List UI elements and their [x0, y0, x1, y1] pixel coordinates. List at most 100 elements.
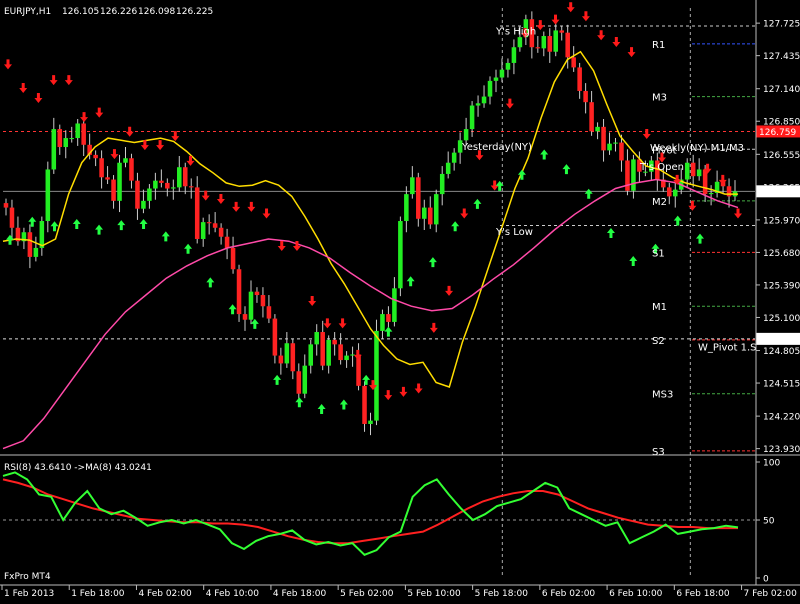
- chart-annotation: Yesterday(NY): [461, 142, 532, 153]
- price-tick-label: 125.680: [763, 249, 800, 259]
- candle-body: [344, 355, 349, 361]
- candle-body: [320, 332, 325, 366]
- rsi-tick-label: 0: [763, 575, 769, 585]
- chart-canvas[interactable]: R1M3PivotM2S1M1S2MS3S3 Y's HighY's LowYe…: [0, 0, 800, 600]
- price-tick-label: 124.805: [763, 347, 800, 357]
- candle-body: [410, 177, 415, 195]
- chart-window[interactable]: R1 M3 Pivot M2 S1 M1 S2 MS3 S3 Y's High Y's Low Ye…: [0, 0, 800, 600]
- time-tick-label: 4 Feb 18:00: [273, 589, 327, 599]
- candle-body: [595, 126, 600, 132]
- time-tick-label: 6 Feb 18:00: [676, 589, 730, 599]
- candle-body: [123, 158, 128, 163]
- candle-body: [416, 177, 421, 219]
- candle-body: [278, 355, 284, 364]
- candle-body: [284, 343, 290, 364]
- candle-body: [601, 126, 606, 151]
- ohlc-open: 126.105: [62, 7, 99, 17]
- time-tick-label: 5 Feb 02:00: [340, 589, 394, 599]
- candle-body: [332, 339, 337, 345]
- rsi-label: RSI(8) 43.6410 ->MA(8) 43.0241: [4, 463, 152, 473]
- candle-body: [374, 330, 379, 421]
- candle-body: [165, 182, 170, 189]
- background: [0, 0, 800, 600]
- price-tick-label: 127.725: [763, 20, 800, 30]
- pivot-label: S1: [652, 248, 665, 259]
- candle-body: [93, 154, 98, 159]
- candle-body: [541, 36, 547, 49]
- candle-body: [684, 162, 690, 180]
- candle-body: [565, 32, 570, 58]
- candle-body: [535, 47, 541, 49]
- time-tick-label: 5 Feb 10:00: [407, 589, 461, 599]
- candle-body: [702, 169, 708, 195]
- candle-body: [63, 138, 69, 148]
- candle-body: [99, 158, 104, 178]
- candle-body: [296, 371, 302, 394]
- candle-body: [302, 365, 308, 394]
- candle-body: [272, 318, 278, 356]
- candle-body: [75, 123, 80, 139]
- candle-body: [218, 227, 224, 237]
- candle-body: [153, 180, 158, 189]
- candle-body: [439, 173, 445, 195]
- candle-body: [308, 344, 314, 366]
- candle-body: [188, 186, 194, 188]
- candle-body: [141, 200, 146, 209]
- candle-body: [511, 47, 517, 63]
- ohlc-readout: 126.105 126.226 126.098 126.225: [62, 7, 213, 17]
- candle-body: [236, 269, 242, 315]
- candle-body: [690, 162, 696, 177]
- candle-body: [147, 188, 152, 201]
- candle-body: [171, 187, 176, 189]
- candle-body: [45, 169, 51, 222]
- candle-body: [129, 158, 134, 181]
- pivot-label: M2: [652, 197, 667, 208]
- candle-body: [69, 138, 74, 140]
- candle-body: [290, 343, 296, 372]
- price-tag-label: 124.909: [759, 335, 796, 345]
- candle-body: [81, 123, 86, 145]
- price-tick-label: 125.390: [763, 281, 800, 291]
- candle-body: [362, 385, 367, 424]
- candle-body: [260, 295, 266, 307]
- candle-body: [547, 36, 553, 52]
- pivot-label: M3: [652, 93, 667, 104]
- candle-body: [368, 420, 373, 424]
- candle-body: [117, 162, 122, 201]
- candle-body: [463, 129, 469, 141]
- candle-body: [469, 105, 475, 130]
- candle-body: [326, 339, 331, 366]
- candle-body: [667, 187, 672, 197]
- ohlc-low: 126.098: [138, 7, 175, 17]
- candle-body: [356, 354, 361, 386]
- candle-body: [248, 291, 254, 320]
- price-tick-label: 123.930: [763, 445, 800, 455]
- chart-annotation: W_Pivot 1.S: [698, 343, 757, 354]
- candle-body: [451, 152, 457, 163]
- candle-body: [398, 221, 403, 289]
- candle-body: [613, 142, 618, 144]
- candle-body: [33, 247, 39, 257]
- time-tick-label: 6 Feb 02:00: [542, 589, 596, 599]
- candle-body: [314, 332, 319, 345]
- candle-body: [696, 169, 702, 177]
- candle-body: [3, 203, 9, 208]
- candle-body: [553, 30, 559, 52]
- candle-body: [111, 179, 116, 201]
- price-tick-label: 125.970: [763, 216, 800, 226]
- candle-body: [182, 167, 188, 187]
- price-tick-label: 124.515: [763, 380, 800, 390]
- pivot-label: S2: [652, 336, 665, 347]
- candle-body: [493, 77, 499, 81]
- candle-body: [499, 69, 505, 78]
- chart-annotation: Y's High: [495, 26, 536, 37]
- candle-body: [577, 67, 582, 91]
- candle-body: [583, 90, 588, 103]
- candle-body: [708, 193, 714, 195]
- candle-body: [445, 162, 451, 174]
- price-tick-label: 124.220: [763, 413, 800, 423]
- pivot-label: R1: [652, 40, 665, 51]
- candle-body: [230, 247, 236, 270]
- price-tick-label: 126.555: [763, 151, 800, 161]
- candle-body: [159, 180, 164, 183]
